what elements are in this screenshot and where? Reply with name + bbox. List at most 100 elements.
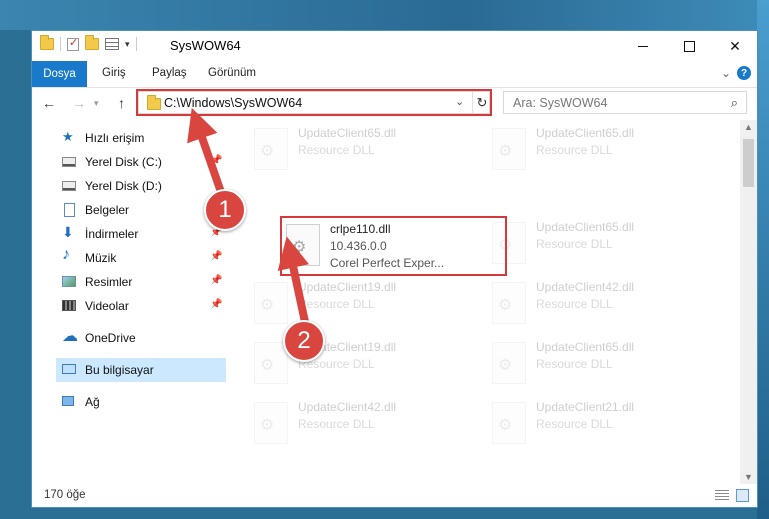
file-item[interactable]: ⚙ UpdateClient19.dll Resource DLL	[250, 276, 470, 328]
new-folder-icon[interactable]	[85, 35, 99, 50]
status-bar: 170 öğe	[32, 486, 757, 507]
file-item[interactable]: ⚙ UpdateClient65.dll Resource DLL	[488, 122, 708, 174]
properties-check-icon[interactable]	[67, 36, 79, 51]
downloads-icon	[62, 224, 76, 241]
star-icon	[62, 129, 76, 145]
sidebar-item-quick-access[interactable]: Hızlı erişim	[32, 126, 226, 150]
maximize-button[interactable]	[666, 31, 712, 61]
close-icon: ✕	[729, 37, 741, 54]
item-count: 170 öğe	[44, 489, 86, 501]
gear-icon: ⚙	[260, 357, 275, 374]
close-button[interactable]: ✕	[712, 31, 757, 61]
sidebar-item-pictures[interactable]: Resimler 📌	[32, 270, 226, 294]
file-name: UpdateClient42.dll	[298, 400, 397, 414]
scroll-up-icon[interactable]: ▲	[744, 122, 753, 132]
qat-separator	[60, 37, 61, 51]
sidebar-item-label: Müzik	[85, 251, 117, 265]
tab-file[interactable]: Dosya	[32, 61, 87, 87]
scroll-down-icon[interactable]: ▼	[744, 472, 753, 482]
file-item[interactable]: ⚙ UpdateClient65.dll Resource DLL	[250, 122, 470, 174]
details-view-icon[interactable]	[715, 490, 729, 501]
search-input[interactable]: Ara: SysWOW64 ⌕	[503, 91, 747, 114]
navigation-bar: ← → ▾ ↑ C:\Windows\SysWOW64 ⌄ ↻ Ara: Sys…	[32, 88, 757, 120]
file-item[interactable]: ⚙ UpdateClient65.dll Resource DLL	[488, 216, 708, 268]
minimize-button[interactable]	[620, 31, 666, 61]
file-description: Resource DLL	[298, 297, 375, 311]
file-list: ⚙ UpdateClient65.dll Resource DLL ⚙ Upda…	[250, 122, 740, 482]
drive-icon	[62, 157, 76, 167]
sidebar-item-videos[interactable]: Videolar 📌	[32, 294, 226, 318]
forward-arrow-icon[interactable]: →	[72, 95, 86, 111]
sidebar-item-downloads[interactable]: İndirmeler 📌	[32, 222, 226, 246]
sidebar-item-label: Hızlı erişim	[85, 131, 145, 145]
title-bar: ▾ SysWOW64 ✕	[32, 31, 757, 61]
file-name: UpdateClient21.dll	[536, 400, 635, 414]
file-name: UpdateClient65.dll	[536, 340, 635, 354]
help-icon[interactable]: ?	[737, 66, 751, 80]
file-item[interactable]: ⚙ UpdateClient42.dll Resource DLL	[488, 276, 708, 328]
window-title: SysWOW64	[170, 38, 241, 53]
tab-home[interactable]: Giriş	[102, 67, 126, 79]
explorer-window: ▾ SysWOW64 ✕ Dosya Giriş Paylaş Görünüm …	[31, 30, 758, 508]
large-icons-view-icon[interactable]	[736, 489, 749, 502]
file-description: Resource DLL	[298, 143, 375, 157]
gear-file-icon: ⚙	[492, 402, 526, 444]
gear-file-icon: ⚙	[254, 342, 288, 384]
sidebar-item-local-disk-c[interactable]: Yerel Disk (C:) 📌	[32, 150, 226, 174]
tab-share[interactable]: Paylaş	[152, 67, 187, 79]
cloud-icon	[62, 326, 78, 346]
gear-icon: ⚙	[498, 417, 513, 434]
file-name: UpdateClient65.dll	[536, 126, 635, 140]
up-arrow-icon[interactable]: ↑	[118, 95, 125, 111]
file-name: UpdateClient65.dll	[536, 220, 635, 234]
step-1-badge: 1	[204, 189, 246, 231]
sidebar-item-documents[interactable]: Belgeler 📌	[32, 198, 226, 222]
drive-icon	[62, 181, 76, 191]
tab-view[interactable]: Görünüm	[208, 67, 256, 79]
file-description: Resource DLL	[536, 417, 613, 431]
file-description: Resource DLL	[536, 143, 613, 157]
sidebar-item-network[interactable]: Ağ	[32, 390, 226, 414]
pin-icon: 📌	[210, 251, 223, 262]
sidebar-item-label: Ağ	[85, 395, 100, 409]
gear-file-icon: ⚙	[254, 402, 288, 444]
file-item[interactable]: ⚙ UpdateClient65.dll Resource DLL	[488, 336, 708, 388]
documents-icon	[64, 203, 75, 217]
scrollbar-thumb[interactable]	[743, 139, 754, 187]
navigation-pane: Hızlı erişim Yerel Disk (C:) 📌 Yerel Dis…	[32, 126, 226, 481]
computer-icon	[62, 364, 76, 374]
search-icon[interactable]: ⌕	[731, 95, 738, 111]
customize-view-icon[interactable]	[105, 38, 119, 50]
network-icon	[62, 396, 74, 406]
sidebar-item-label: İndirmeler	[85, 227, 139, 241]
file-name: UpdateClient42.dll	[536, 280, 635, 294]
recent-locations-icon[interactable]: ▾	[94, 98, 99, 109]
gear-file-icon: ⚙	[254, 128, 288, 170]
sidebar-item-label: Belgeler	[85, 203, 130, 217]
vertical-scrollbar[interactable]: ▲ ▼	[740, 120, 757, 484]
quick-access-toolbar: ▾	[40, 35, 137, 51]
gear-icon: ⚙	[260, 143, 275, 160]
desktop-background	[0, 0, 769, 30]
qat-dropdown-icon[interactable]: ▾	[125, 39, 130, 50]
expand-ribbon-icon[interactable]: ⌄	[721, 66, 731, 80]
ribbon-tabs: Dosya Giriş Paylaş Görünüm ⌄ ?	[32, 61, 757, 88]
sidebar-item-label: Bu bilgisayar	[85, 363, 154, 377]
back-arrow-icon[interactable]: ←	[42, 95, 56, 111]
sidebar-item-music[interactable]: Müzik 📌	[32, 246, 226, 270]
desktop-edge	[757, 0, 769, 519]
file-name: UpdateClient19.dll	[298, 280, 397, 294]
gear-icon: ⚙	[498, 143, 513, 160]
sidebar-item-onedrive[interactable]: OneDrive	[32, 326, 226, 350]
file-description: Resource DLL	[298, 417, 375, 431]
gear-file-icon: ⚙	[492, 282, 526, 324]
file-item[interactable]: ⚙ UpdateClient21.dll Resource DLL	[488, 396, 708, 448]
search-placeholder: Ara: SysWOW64	[513, 96, 608, 110]
sidebar-item-local-disk-d[interactable]: Yerel Disk (D:)	[32, 174, 226, 198]
sidebar-item-this-pc[interactable]: Bu bilgisayar	[56, 358, 226, 382]
step-2-badge: 2	[283, 320, 325, 362]
gear-file-icon: ⚙	[254, 282, 288, 324]
file-name: UpdateClient65.dll	[298, 126, 397, 140]
file-item[interactable]: ⚙ UpdateClient42.dll Resource DLL	[250, 396, 470, 448]
file-description: Resource DLL	[536, 297, 613, 311]
